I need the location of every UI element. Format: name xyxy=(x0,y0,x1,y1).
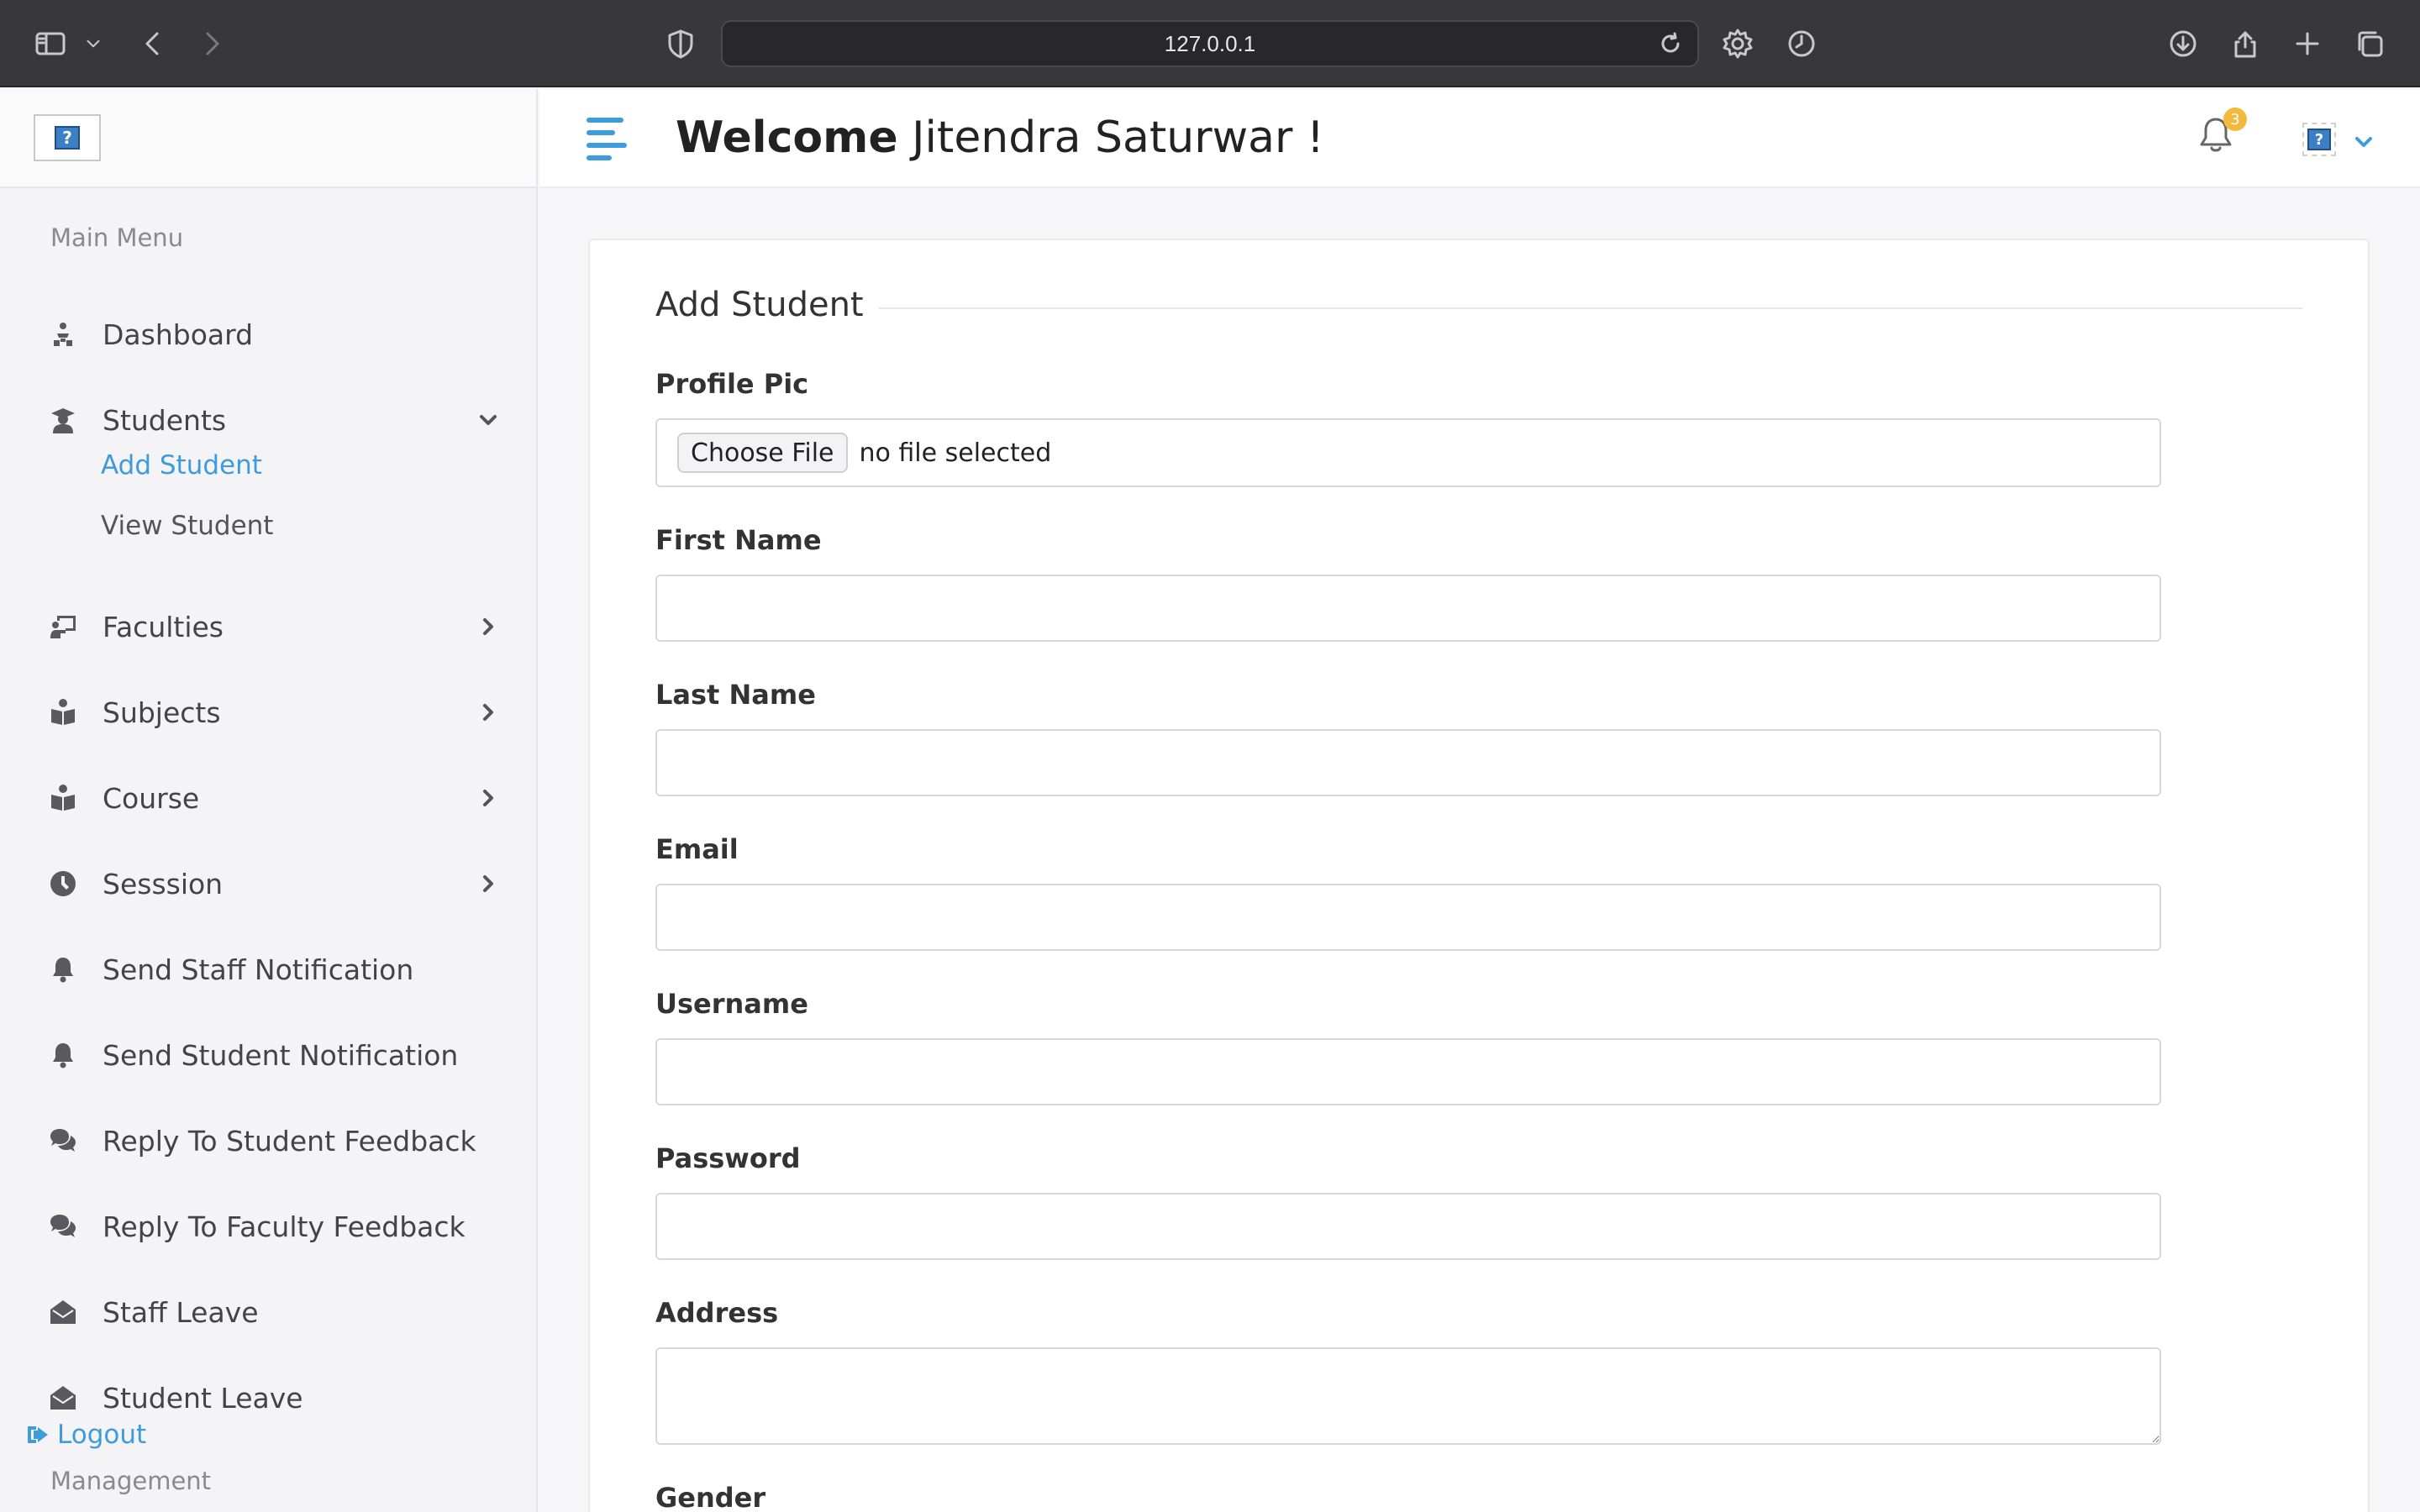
clock-icon xyxy=(47,868,79,900)
username-label: Username xyxy=(655,988,808,1020)
gender-label: Gender xyxy=(655,1482,766,1512)
sidebar-item-faculties[interactable]: Faculties xyxy=(47,601,501,652)
logo-image[interactable]: ? xyxy=(34,114,101,161)
sidebar-item-send-student-notification[interactable]: Send Student Notification xyxy=(47,1030,501,1080)
chevron-down-icon[interactable] xyxy=(81,25,106,62)
sidebar-item-label: Students xyxy=(103,403,227,437)
add-student-card: Add Student Profile Pic Choose File no f… xyxy=(588,239,2370,1512)
welcome-message: Welcome Jitendra Saturwar ! xyxy=(676,113,1324,163)
forward-icon[interactable] xyxy=(193,25,230,62)
last-name-field[interactable] xyxy=(655,729,2161,796)
sidebar-item-label: Send Student Notification xyxy=(103,1038,459,1072)
sidebar-item-student-leave[interactable]: Student Leave xyxy=(47,1373,501,1423)
url-text: 127.0.0.1 xyxy=(1164,30,1256,56)
sign-out-icon xyxy=(28,1426,48,1443)
sidebar-item-course[interactable]: Course xyxy=(47,773,501,823)
tabs-icon[interactable] xyxy=(2351,25,2388,62)
graduate-icon xyxy=(47,404,79,436)
sidebar-item-session[interactable]: Sesssion xyxy=(47,858,501,909)
logo-area: ? xyxy=(0,89,536,188)
share-icon[interactable] xyxy=(2227,25,2264,62)
profile-pic-input[interactable]: Choose File no file selected xyxy=(655,418,2161,487)
book-reader-icon xyxy=(47,782,79,814)
sidebar-item-label: Reply To Student Feedback xyxy=(103,1124,476,1158)
sidebar-item-reply-faculty-feedback[interactable]: Reply To Faculty Feedback xyxy=(47,1201,501,1252)
chevron-down-icon[interactable] xyxy=(2351,129,2376,155)
sidebar-item-reply-student-feedback[interactable]: Reply To Student Feedback xyxy=(47,1116,501,1166)
bell-icon xyxy=(47,1039,79,1071)
settings-icon[interactable] xyxy=(1719,25,1756,62)
file-status: no file selected xyxy=(859,438,1052,468)
sidebar-item-send-staff-notification[interactable]: Send Staff Notification xyxy=(47,944,501,995)
address-bar[interactable]: 127.0.0.1 xyxy=(721,20,1699,67)
sidebar: ? Main Menu Dashboard Students Add Stude… xyxy=(0,89,538,1512)
sidebar-item-label: Staff Leave xyxy=(103,1295,259,1329)
sidebar-item-label: Dashboard xyxy=(103,318,254,351)
sidebar-item-label: Subjects xyxy=(103,696,221,729)
comments-icon xyxy=(47,1210,79,1242)
sidebar-item-label: Course xyxy=(103,781,200,815)
sidebar-item-label: Send Staff Notification xyxy=(103,953,414,986)
first-name-label: First Name xyxy=(655,524,822,556)
sidebar-item-label: Faculties xyxy=(103,610,224,643)
notification-badge: 3 xyxy=(2223,108,2247,131)
chalkboard-teacher-icon xyxy=(47,611,79,643)
sidebar-item-dashboard[interactable]: Dashboard xyxy=(47,309,501,360)
password-field[interactable] xyxy=(655,1193,2161,1260)
top-header: Welcome Jitendra Saturwar ! 3 ? xyxy=(539,89,2420,188)
sidebar-item-staff-leave[interactable]: Staff Leave xyxy=(47,1287,501,1337)
title-divider xyxy=(655,307,2302,309)
choose-file-button[interactable]: Choose File xyxy=(677,433,848,473)
sidebar-item-label: Reply To Faculty Feedback xyxy=(103,1210,466,1243)
bell-icon xyxy=(47,953,79,985)
browser-toolbar: 127.0.0.1 xyxy=(0,0,2420,87)
email-label: Email xyxy=(655,833,739,865)
first-name-field[interactable] xyxy=(655,575,2161,642)
username-field[interactable] xyxy=(655,1038,2161,1105)
page-title: Add Student xyxy=(655,286,879,324)
last-name-label: Last Name xyxy=(655,679,816,711)
sidebar-subitem-view-student[interactable]: View Student xyxy=(101,511,273,541)
shield-icon[interactable] xyxy=(662,25,699,62)
book-reader-icon xyxy=(47,696,79,728)
email-field[interactable] xyxy=(655,884,2161,951)
reload-icon[interactable] xyxy=(1655,29,1686,59)
sidebar-item-label: Student Leave xyxy=(103,1381,303,1415)
chevron-right-icon xyxy=(476,870,501,895)
envelope-open-icon xyxy=(47,1382,79,1414)
profile-pic-label: Profile Pic xyxy=(655,368,809,400)
envelope-open-icon xyxy=(47,1296,79,1328)
main-menu-title: Main Menu xyxy=(50,223,184,252)
download-icon[interactable] xyxy=(2165,25,2202,62)
sidebar-item-subjects[interactable]: Subjects xyxy=(47,687,501,738)
chevron-right-icon xyxy=(476,613,501,638)
logout-link[interactable]: Logout xyxy=(25,1420,146,1450)
sidebar-icon[interactable] xyxy=(32,25,69,62)
user-name: Jitendra Saturwar ! xyxy=(912,113,1324,163)
welcome-prefix: Welcome xyxy=(676,113,898,163)
chevron-down-icon xyxy=(476,407,501,432)
new-tab-icon[interactable] xyxy=(2289,25,2326,62)
management-title: Management xyxy=(50,1467,212,1495)
menu-toggle-icon[interactable] xyxy=(587,118,629,160)
sidebar-subitem-add-student[interactable]: Add Student xyxy=(101,450,262,480)
password-label: Password xyxy=(655,1142,801,1174)
avatar[interactable]: ? xyxy=(2302,123,2336,156)
comments-icon xyxy=(47,1125,79,1157)
logout-label: Logout xyxy=(57,1420,147,1450)
sidebar-item-students[interactable]: Students xyxy=(47,395,501,445)
sidebar-item-label: Sesssion xyxy=(103,867,224,900)
chevron-right-icon xyxy=(476,699,501,724)
dashboard-icon xyxy=(47,318,79,350)
history-icon[interactable] xyxy=(1783,25,1820,62)
address-label: Address xyxy=(655,1297,779,1329)
chevron-right-icon xyxy=(476,785,501,810)
back-icon[interactable] xyxy=(134,25,171,62)
address-field[interactable] xyxy=(655,1347,2161,1445)
